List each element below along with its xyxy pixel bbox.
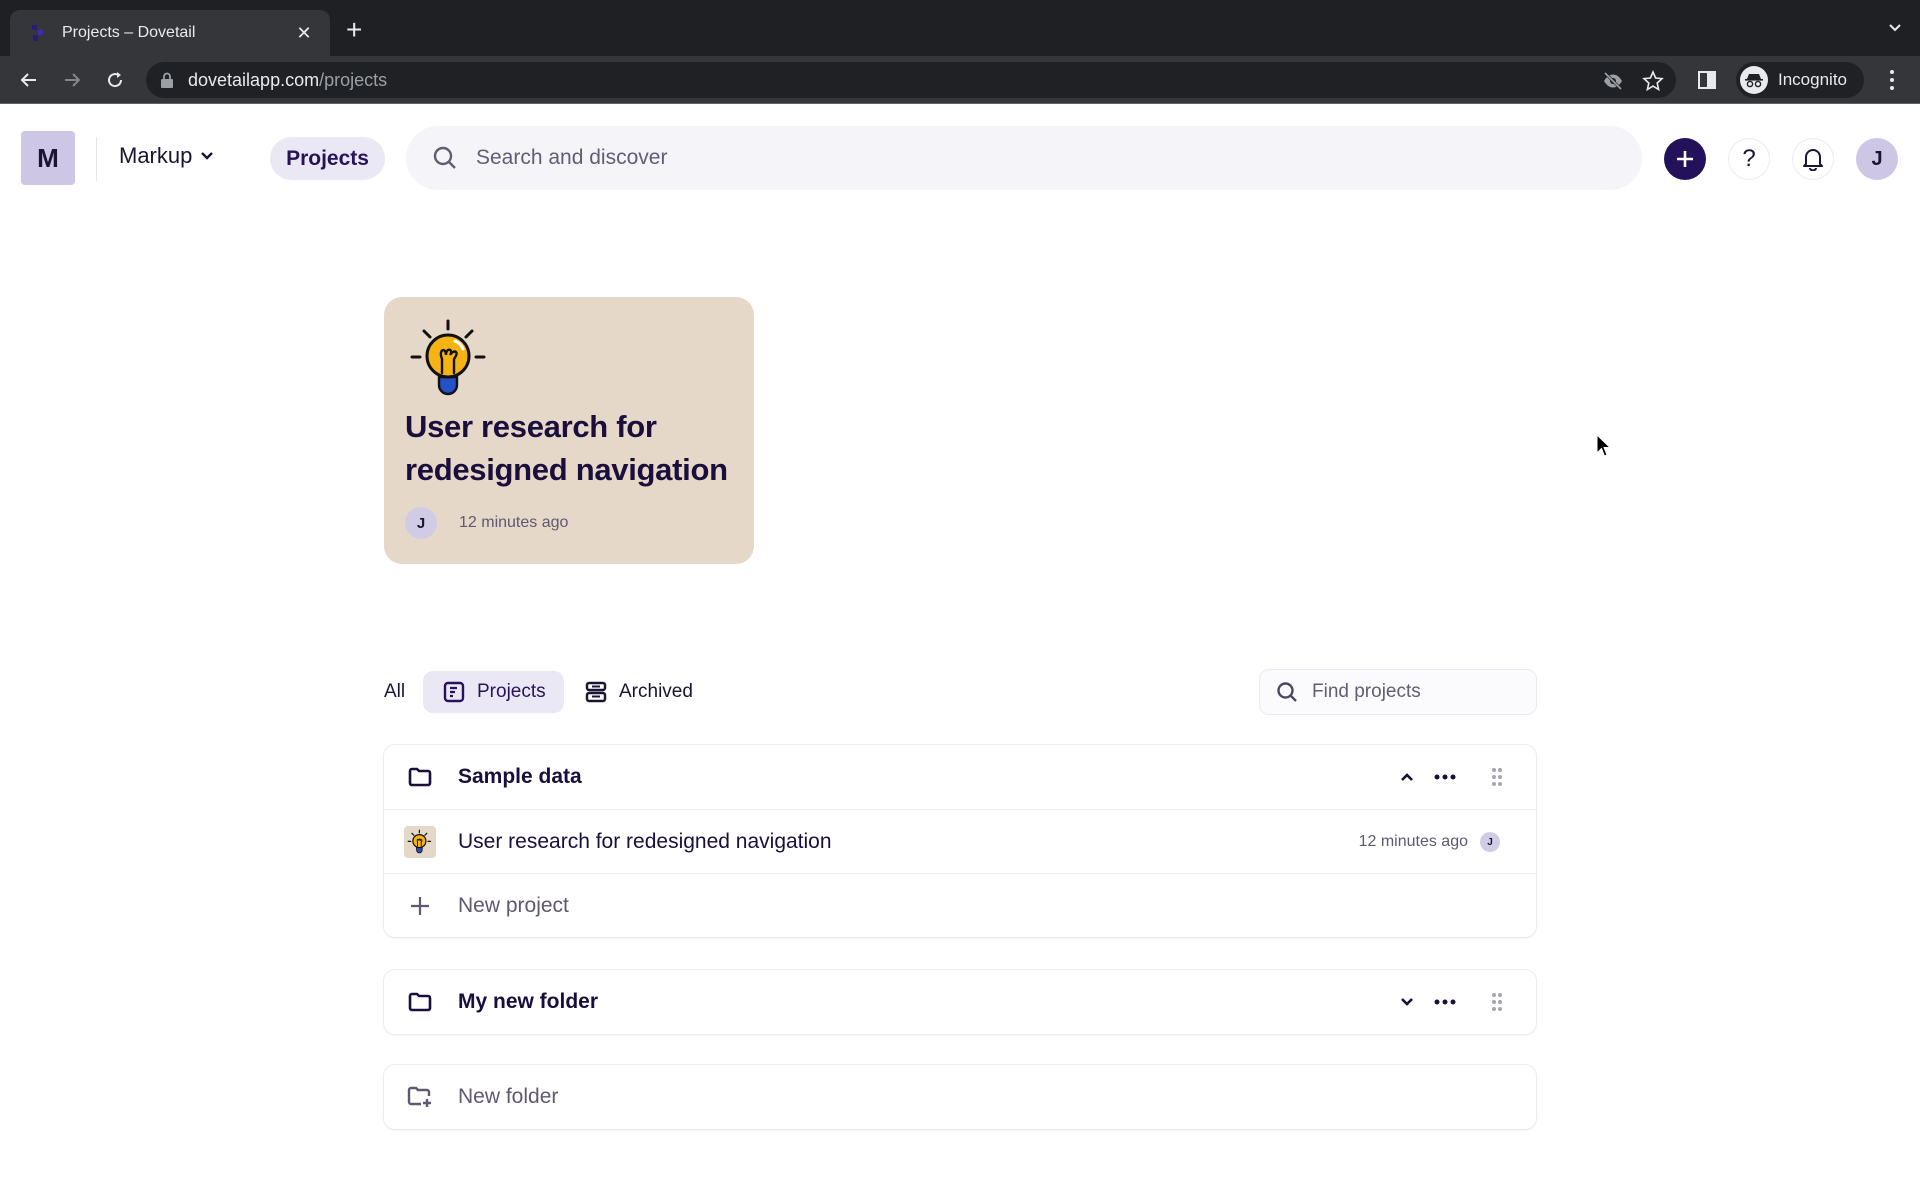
new-folder-label: New folder xyxy=(458,1085,559,1108)
project-owner-avatar: J xyxy=(1480,832,1500,852)
recent-project-card[interactable]: User research for redesigned navigation … xyxy=(384,297,754,564)
header-divider xyxy=(96,137,97,181)
project-doc-icon xyxy=(443,681,465,703)
project-thumbnail xyxy=(404,825,436,858)
dovetail-favicon-icon xyxy=(32,25,43,41)
workspace-name: Markup xyxy=(119,143,193,168)
folder-more-icon[interactable] xyxy=(1434,991,1456,1013)
drag-handle-icon[interactable] xyxy=(1486,991,1508,1013)
project-row[interactable]: User research for redesigned navigation … xyxy=(384,809,1536,873)
archive-icon xyxy=(585,681,607,703)
eye-off-icon[interactable] xyxy=(1602,70,1624,92)
new-project-label: New project xyxy=(458,893,569,917)
folder-header[interactable]: Sample data xyxy=(384,745,1536,809)
incognito-profile-button[interactable]: Incognito xyxy=(1736,62,1864,98)
folder-header[interactable]: My new folder xyxy=(384,970,1536,1034)
notifications-button[interactable] xyxy=(1792,138,1834,180)
folder-name: My new folder xyxy=(458,990,599,1013)
help-button[interactable]: ? xyxy=(1728,138,1770,180)
reload-button[interactable] xyxy=(100,65,130,95)
back-icon xyxy=(20,73,36,87)
workspace-switcher[interactable]: Markup xyxy=(119,143,214,169)
folder-icon xyxy=(404,986,436,1018)
folder-plus-icon xyxy=(404,1081,436,1113)
back-button[interactable] xyxy=(14,65,44,95)
folder-name: Sample data xyxy=(458,765,582,788)
folder-more-icon[interactable] xyxy=(1434,766,1456,788)
new-folder-row[interactable]: New folder xyxy=(384,1065,1536,1129)
url-host: dovetailapp.com xyxy=(188,69,320,90)
search-icon xyxy=(1277,682,1297,702)
help-icon: ? xyxy=(1742,145,1756,172)
recent-project-title: User research for redesigned navigation xyxy=(405,409,728,487)
workspace-avatar[interactable]: M xyxy=(21,131,75,185)
filter-archived-label: Archived xyxy=(619,681,693,702)
profile-label: Incognito xyxy=(1778,70,1847,89)
project-title: User research for redesigned navigation xyxy=(458,829,832,853)
search-placeholder: Search and discover xyxy=(476,146,668,169)
search-icon xyxy=(433,146,456,169)
filter-projects-label: Projects xyxy=(477,681,546,702)
recent-project-meta: J 12 minutes ago xyxy=(405,507,568,539)
bookmark-star-icon[interactable] xyxy=(1642,70,1664,92)
filter-projects-tab[interactable]: Projects xyxy=(423,671,564,713)
plus-icon xyxy=(404,890,436,922)
incognito-icon xyxy=(1740,66,1768,94)
user-avatar[interactable]: J xyxy=(1856,138,1898,180)
project-updated-time: 12 minutes ago xyxy=(1358,833,1468,850)
side-panel-icon[interactable] xyxy=(1698,71,1716,89)
owner-avatar: J xyxy=(405,507,437,539)
nav-projects[interactable]: Projects xyxy=(270,137,385,180)
new-project-button[interactable]: New project xyxy=(384,873,1536,937)
lightbulb-icon xyxy=(404,825,436,858)
forward-button[interactable] xyxy=(57,65,87,95)
lightbulb-icon xyxy=(410,319,486,396)
tab-title: Projects – Dovetail xyxy=(62,24,196,41)
tab-search-chevron-icon[interactable] xyxy=(1888,20,1902,38)
browser-tab-bar: Projects – Dovetail ✕ + xyxy=(0,0,1920,56)
updated-time: 12 minutes ago xyxy=(459,514,569,531)
plus-icon xyxy=(1677,151,1693,167)
browser-tab[interactable]: Projects – Dovetail ✕ xyxy=(10,10,330,56)
address-bar[interactable]: dovetailapp.com/projects xyxy=(146,62,1676,98)
lock-icon xyxy=(161,72,173,88)
browser-toolbar: dovetailapp.com/projects Incognito xyxy=(0,56,1920,104)
new-tab-button[interactable]: + xyxy=(346,16,362,44)
mouse-cursor-icon xyxy=(1596,434,1612,457)
drag-handle-icon[interactable] xyxy=(1486,766,1508,788)
find-projects-placeholder: Find projects xyxy=(1312,681,1421,702)
folder-sample-data: Sample data User research for redesigned… xyxy=(383,744,1537,938)
chevron-down-icon xyxy=(201,152,214,160)
new-folder-button[interactable]: New folder xyxy=(383,1064,1537,1130)
expand-chevron-down-icon[interactable] xyxy=(1396,991,1418,1013)
tab-close-icon[interactable]: ✕ xyxy=(292,23,316,44)
filter-archived-tab[interactable]: Archived xyxy=(585,671,693,713)
find-projects-input[interactable]: Find projects xyxy=(1259,669,1537,715)
create-button[interactable] xyxy=(1664,138,1706,180)
collapse-chevron-up-icon[interactable] xyxy=(1396,766,1418,788)
forward-icon xyxy=(65,73,81,87)
reload-icon xyxy=(108,72,123,88)
global-search-input[interactable]: Search and discover xyxy=(406,126,1642,190)
filter-all-tab[interactable]: All xyxy=(384,681,405,703)
browser-menu-icon[interactable] xyxy=(1880,66,1904,94)
bell-icon xyxy=(1803,149,1823,171)
url-path: /projects xyxy=(319,69,388,90)
folder-my-new-folder: My new folder xyxy=(383,969,1537,1035)
folder-icon xyxy=(404,761,436,793)
